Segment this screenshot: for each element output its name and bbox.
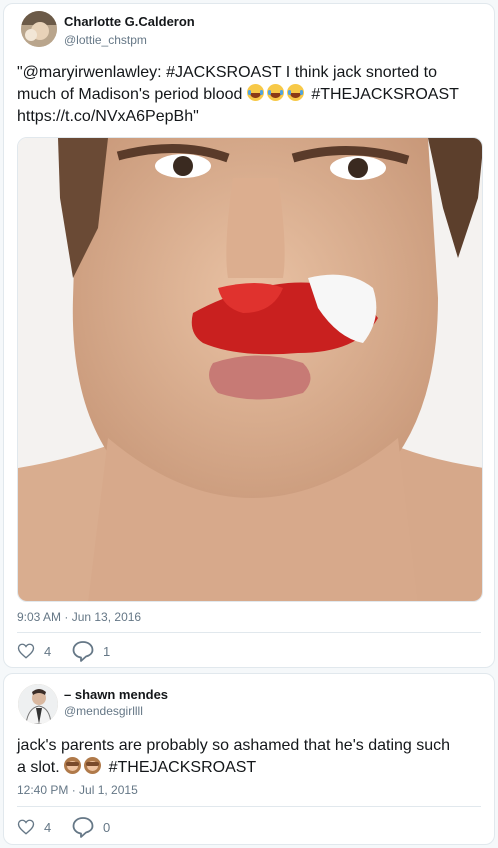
- reply-count: 0: [103, 819, 111, 835]
- tweet-text-line: "@maryirwenlawley: #JACKSROAST I think j…: [17, 64, 437, 81]
- like-action[interactable]: 4: [17, 642, 51, 660]
- hashtag-link[interactable]: #THEJACKSROAST: [311, 86, 459, 103]
- tweet-text: "@maryirwenlawley: #JACKSROAST I think j…: [17, 62, 459, 128]
- speak-no-evil-monkey-emoji: [84, 757, 102, 774]
- author-handle[interactable]: @mendesgirllll: [64, 704, 143, 718]
- tweet-link[interactable]: https://t.co/NVxA6PepBh": [17, 106, 459, 128]
- divider: [17, 632, 481, 633]
- tweet-timestamp[interactable]: 12:40 PM · Jul 1, 2015: [17, 783, 138, 797]
- author-name[interactable]: – shawn mendes: [64, 687, 168, 702]
- author-name[interactable]: Charlotte G.Calderon: [64, 14, 195, 29]
- like-count: 4: [44, 819, 52, 835]
- avatar[interactable]: [18, 684, 58, 724]
- like-count: 4: [44, 643, 52, 659]
- divider: [17, 806, 481, 807]
- avatar[interactable]: [21, 11, 57, 47]
- tweet-text-line: much of Madison's period blood #THEJACKS…: [17, 84, 459, 106]
- tweet-photo[interactable]: [17, 137, 483, 602]
- heart-icon[interactable]: [17, 818, 35, 836]
- tears-of-joy-emoji: [266, 84, 284, 101]
- author-handle[interactable]: @lottie_chstpm: [64, 33, 147, 47]
- tweet-timestamp[interactable]: 9:03 AM · Jun 13, 2016: [17, 610, 141, 624]
- tweet-text-segment: a slot.: [17, 759, 60, 776]
- reply-icon[interactable]: [71, 640, 95, 662]
- speak-no-evil-monkey-emoji: [64, 757, 82, 774]
- tweet-text: jack's parents are probably so ashamed t…: [17, 735, 450, 779]
- tears-of-joy-emoji: [246, 84, 264, 101]
- tweet-text-line: jack's parents are probably so ashamed t…: [17, 737, 451, 754]
- heart-icon[interactable]: [17, 642, 35, 660]
- tweet-card: Charlotte G.Calderon @lottie_chstpm "@ma…: [3, 3, 495, 668]
- reply-count: 1: [103, 643, 111, 659]
- tweet-text-segment: much of Madison's period blood: [17, 86, 243, 103]
- hashtag-link[interactable]: #THEJACKSROAST: [109, 759, 257, 776]
- reply-icon[interactable]: [71, 816, 95, 838]
- tweet-text-line: a slot. #THEJACKSROAST: [17, 757, 450, 779]
- tears-of-joy-emoji: [286, 84, 304, 101]
- reply-action[interactable]: 1: [71, 640, 110, 662]
- reply-action[interactable]: 0: [71, 816, 110, 838]
- tweet-card: – shawn mendes @mendesgirllll jack's par…: [3, 673, 495, 845]
- like-action[interactable]: 4: [17, 818, 51, 836]
